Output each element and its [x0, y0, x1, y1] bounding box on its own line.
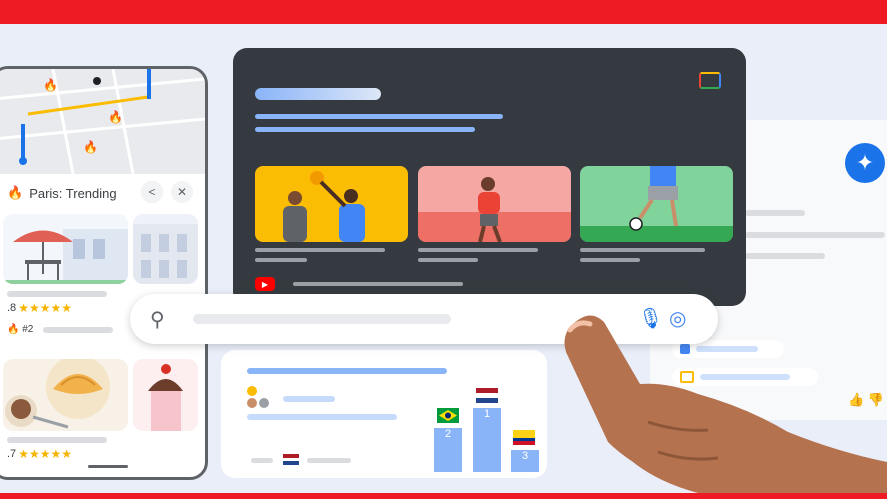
map-view[interactable]: 🔥 🔥 🔥: [0, 69, 205, 175]
text-line: [745, 253, 825, 259]
podium-first: 1: [473, 408, 501, 472]
pointing-hand: [564, 315, 887, 493]
card-title-line: [247, 368, 447, 374]
video-title-line: [255, 248, 385, 252]
flag-brazil-icon: [437, 408, 459, 423]
star-rating: ★★★★★: [18, 301, 72, 315]
panel-title-line: [255, 88, 381, 100]
rating-value: .8: [7, 302, 17, 314]
video-panel: ▶: [233, 48, 746, 306]
share-icon: <: [148, 185, 156, 199]
fire-icon: 🔥: [7, 185, 24, 200]
flag-netherlands-icon: [476, 388, 498, 403]
pastry-image[interactable]: [3, 359, 128, 431]
podium-second-label: 2: [444, 428, 452, 440]
text-line: [7, 291, 107, 297]
phone-mockup: 🔥 🔥 🔥 🔥 Paris: Trending < ✕ .8 ★★★★★ 🔥 #…: [0, 66, 208, 480]
podium-third-label: 3: [521, 450, 529, 462]
panel-text-line: [255, 114, 503, 119]
search-icon[interactable]: ⚲: [150, 307, 165, 332]
podium-third: 3: [511, 450, 539, 472]
search-input[interactable]: [193, 314, 451, 324]
card-text-line: [247, 414, 397, 420]
video-thumbnail-soccer[interactable]: [580, 166, 733, 242]
gemini-icon[interactable]: ✦: [845, 143, 885, 183]
close-button[interactable]: ✕: [171, 181, 193, 203]
video-meta-line: [255, 258, 307, 262]
rating-row: .8 ★★★★★: [7, 301, 72, 315]
tv-icon: [699, 72, 721, 89]
podium-first-label: 1: [483, 408, 491, 420]
rank-label: #2: [22, 324, 34, 335]
medal-gold-icon: [247, 386, 257, 396]
rating-row: .7 ★★★★★: [7, 447, 72, 461]
svg-text:🔥: 🔥: [83, 140, 98, 154]
medal-silver-icon: [259, 398, 269, 408]
text-line: [745, 210, 805, 216]
channel-line: [293, 282, 463, 286]
youtube-icon[interactable]: ▶: [255, 277, 275, 291]
text-line: [745, 232, 885, 238]
text-line: [7, 437, 107, 443]
star-rating: ★★★★★: [18, 447, 72, 461]
video-meta-line: [580, 258, 640, 262]
podium-second: 2: [434, 428, 462, 472]
svg-text:🔥: 🔥: [43, 78, 58, 92]
building-image[interactable]: [133, 214, 198, 284]
flag-colombia-icon: [513, 430, 535, 445]
medal-card: 2 1 3: [221, 350, 547, 478]
video-thumbnail-runner[interactable]: [418, 166, 571, 242]
flag-netherlands-icon: [283, 454, 299, 465]
dessert-image[interactable]: [133, 359, 198, 431]
video-thumbnail-basketball[interactable]: [255, 166, 408, 242]
card-text-line: [307, 458, 351, 463]
rating-value: .7: [7, 448, 17, 460]
video-title-line: [418, 248, 538, 252]
top-red-bar: [0, 0, 887, 24]
fire-icon: 🔥: [7, 324, 20, 335]
close-icon: ✕: [176, 185, 188, 199]
video-meta-line: [418, 258, 478, 262]
trending-title: Paris: Trending: [29, 185, 117, 201]
card-text-line: [251, 458, 273, 463]
home-indicator: [88, 465, 128, 468]
card-text-line: [283, 396, 335, 402]
svg-text:🔥: 🔥: [108, 110, 123, 124]
panel-text-line: [255, 127, 475, 132]
text-line: [43, 327, 113, 333]
cafe-image[interactable]: [3, 214, 128, 284]
rank-row: 🔥 #2: [7, 324, 33, 335]
medal-bronze-icon: [247, 398, 257, 408]
bottom-red-bar: [0, 493, 887, 499]
video-title-line: [580, 248, 705, 252]
trending-header: 🔥 Paris: Trending: [7, 185, 117, 201]
share-button[interactable]: <: [141, 181, 163, 203]
